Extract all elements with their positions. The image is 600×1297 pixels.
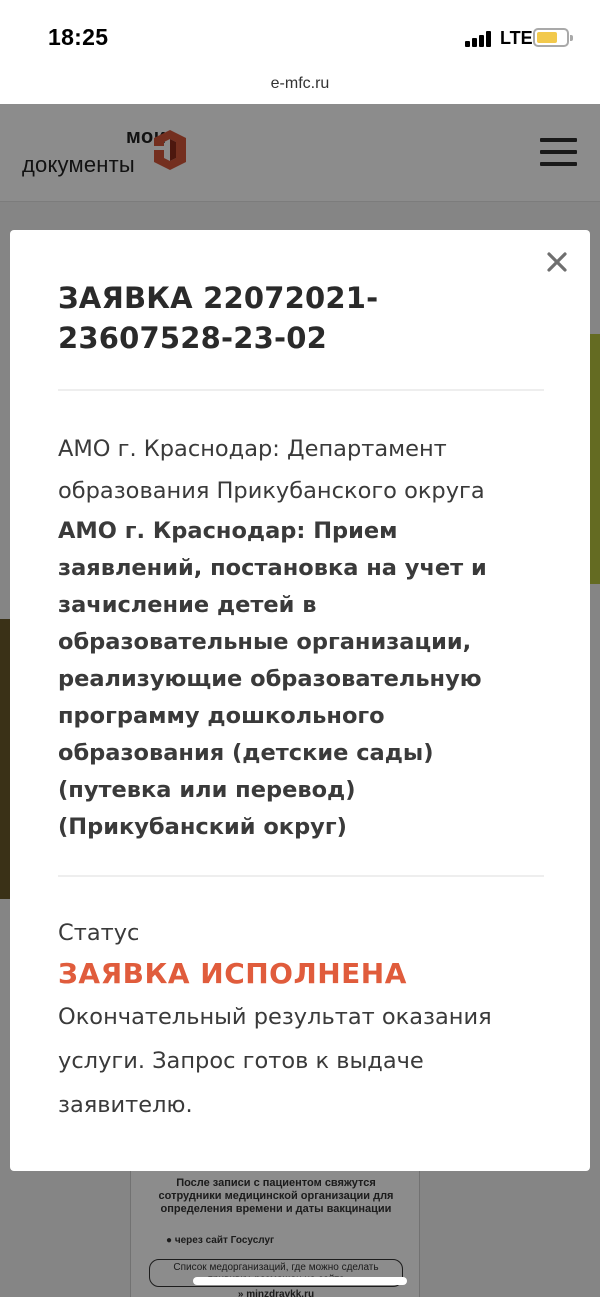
divider bbox=[58, 389, 544, 391]
divider bbox=[58, 875, 544, 877]
close-button[interactable] bbox=[544, 249, 570, 275]
service-name: АМО г. Краснодар: Прием заявлений, поста… bbox=[58, 518, 487, 840]
battery-icon bbox=[533, 28, 573, 47]
status-time: 18:25 bbox=[48, 24, 109, 50]
status-value: ЗАЯВКА ИСПОЛНЕНА bbox=[58, 957, 407, 990]
department-name: АМО г. Краснодар: Департамент образовани… bbox=[58, 436, 485, 504]
signal-icon bbox=[465, 31, 493, 47]
home-indicator[interactable] bbox=[193, 1277, 407, 1285]
close-icon[interactable] bbox=[544, 249, 570, 275]
url-text[interactable]: e-mfc.ru bbox=[271, 75, 330, 92]
status-label: Статус bbox=[58, 920, 140, 946]
network-label: LTE bbox=[500, 28, 533, 48]
application-status-modal: ЗАЯВКА 22072021-23607528-23-02 АМО г. Кр… bbox=[10, 230, 590, 1171]
status-description: Окончательный результат оказания услуги.… bbox=[58, 1004, 492, 1118]
modal-title: ЗАЯВКА 22072021-23607528-23-02 bbox=[58, 281, 379, 355]
status-bar: 18:25 LTE bbox=[0, 0, 600, 70]
browser-url-bar[interactable]: e-mfc.ru bbox=[0, 70, 600, 104]
